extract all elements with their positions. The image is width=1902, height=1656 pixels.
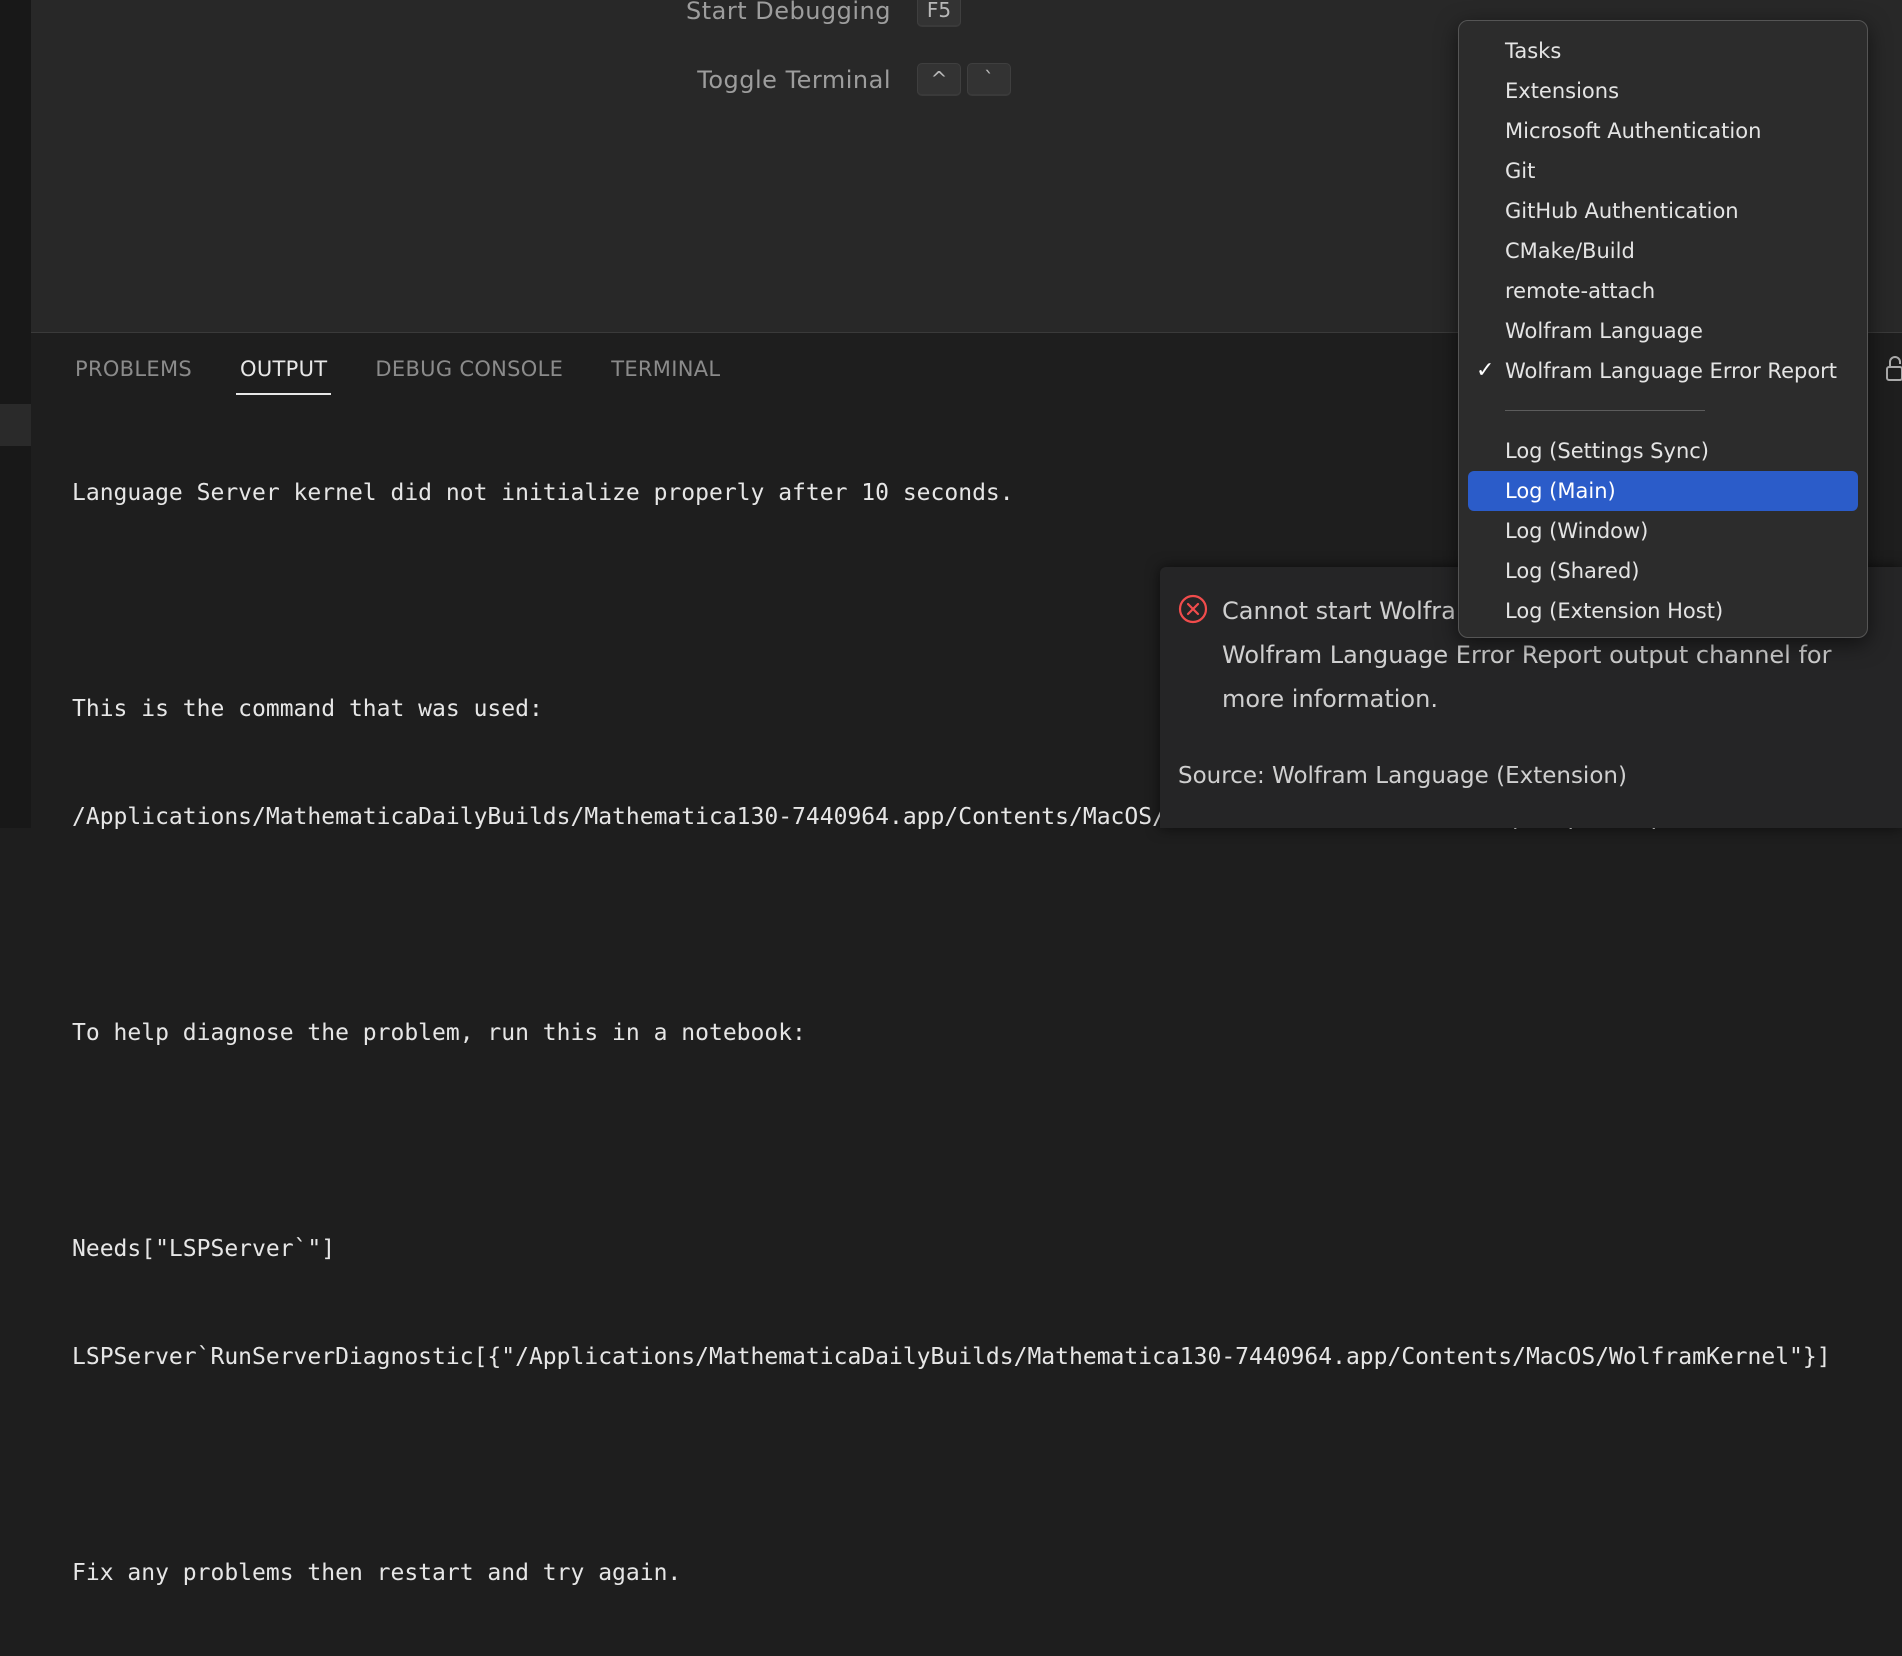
output-line: Fix any problems then restart and try ag…	[72, 1555, 1872, 1591]
error-circle-icon	[1178, 594, 1208, 624]
notification-source: Source: Wolfram Language (Extension)	[1178, 763, 1627, 789]
output-line: Needs["LSPServer`"]	[72, 1231, 1872, 1267]
notification-line: Wolfram Language Error Report output cha…	[1222, 633, 1882, 677]
tab-debug-console[interactable]: DEBUG CONSOLE	[375, 357, 563, 395]
shortcut-label: Start Debugging	[651, 0, 891, 25]
keycap: ^	[917, 63, 961, 96]
activity-bar	[0, 0, 31, 828]
dropdown-item-log-main[interactable]: Log (Main)	[1468, 471, 1858, 511]
shortcut-start-debugging: Start Debugging F5	[651, 0, 967, 27]
dropdown-item-extensions[interactable]: Extensions	[1468, 71, 1858, 111]
output-line	[72, 907, 1872, 943]
shortcut-label: Toggle Terminal	[651, 66, 891, 94]
dropdown-item-cmake-build[interactable]: CMake/Build	[1468, 231, 1858, 271]
output-channel-dropdown[interactable]: Tasks Extensions Microsoft Authenticatio…	[1458, 20, 1868, 638]
keycap: `	[967, 63, 1011, 96]
lock-icon[interactable]	[1886, 355, 1902, 381]
output-line: To help diagnose the problem, run this i…	[72, 1015, 1872, 1051]
notification-line: more information.	[1222, 677, 1882, 721]
keycap: F5	[917, 0, 961, 27]
dropdown-item-log-window[interactable]: Log (Window)	[1468, 511, 1858, 551]
dropdown-item-label: Wolfram Language Error Report	[1505, 359, 1837, 383]
output-line	[72, 1447, 1872, 1483]
shortcut-toggle-terminal: Toggle Terminal ^ `	[651, 63, 1017, 96]
dropdown-item-wolfram-language[interactable]: Wolfram Language	[1468, 311, 1858, 351]
dropdown-item-tasks[interactable]: Tasks	[1468, 31, 1858, 71]
dropdown-item-git[interactable]: Git	[1468, 151, 1858, 191]
dropdown-item-remote-attach[interactable]: remote-attach	[1468, 271, 1858, 311]
dropdown-item-log-extension-host[interactable]: Log (Extension Host)	[1468, 591, 1858, 631]
activity-bar-highlight	[0, 404, 31, 446]
dropdown-item-wolfram-language-error-report[interactable]: ✓ Wolfram Language Error Report	[1468, 351, 1858, 391]
dropdown-item-log-shared[interactable]: Log (Shared)	[1468, 551, 1858, 591]
tab-output[interactable]: OUTPUT	[240, 357, 327, 395]
checkmark-icon: ✓	[1476, 351, 1494, 391]
dropdown-item-microsoft-authentication[interactable]: Microsoft Authentication	[1468, 111, 1858, 151]
tab-terminal[interactable]: TERMINAL	[611, 357, 720, 395]
tab-problems[interactable]: PROBLEMS	[75, 357, 192, 395]
dropdown-item-log-settings-sync[interactable]: Log (Settings Sync)	[1468, 431, 1858, 471]
output-line	[72, 1123, 1872, 1159]
panel-tabs: PROBLEMS OUTPUT DEBUG CONSOLE TERMINAL	[75, 357, 768, 395]
output-line: LSPServer`RunServerDiagnostic[{"/Applica…	[72, 1339, 1872, 1375]
dropdown-separator	[1505, 410, 1705, 411]
dropdown-item-github-authentication[interactable]: GitHub Authentication	[1468, 191, 1858, 231]
